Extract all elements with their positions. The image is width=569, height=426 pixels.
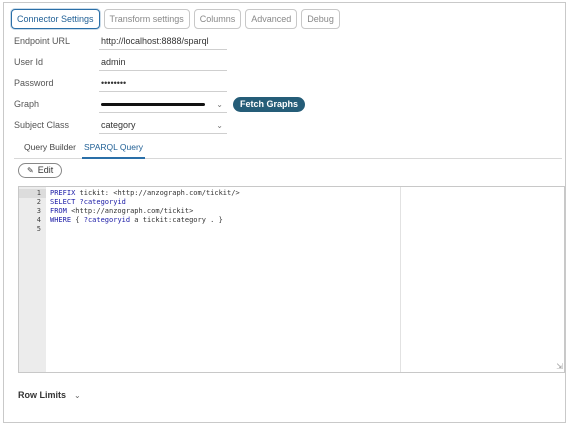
tab-query-builder[interactable]: Query Builder xyxy=(22,140,78,157)
endpoint-url-input[interactable]: http://localhost:8888/sparql xyxy=(99,33,227,50)
user-id-label: User Id xyxy=(14,57,44,67)
line-number: 1 xyxy=(19,189,46,198)
graph-label: Graph xyxy=(14,99,40,109)
tab-advanced[interactable]: Advanced xyxy=(245,9,298,29)
graph-row: Graph ⌄ Fetch Graphs xyxy=(14,95,306,113)
line-number-gutter: 1 2 3 4 5 xyxy=(19,187,46,372)
print-margin xyxy=(400,187,401,372)
line-number: 4 xyxy=(36,216,41,224)
subject-class-label: Subject Class xyxy=(14,120,70,130)
graph-value-redacted xyxy=(101,102,205,106)
line-number: 5 xyxy=(36,225,41,233)
tab-debug[interactable]: Debug xyxy=(301,9,340,29)
endpoint-url-label: Endpoint URL xyxy=(14,36,71,46)
password-input[interactable]: •••••••• xyxy=(99,75,227,92)
chevron-down-icon: ⌄ xyxy=(74,390,81,400)
code-line: SELECT ?categoryid xyxy=(50,198,126,206)
pencil-icon: ✎ xyxy=(27,166,34,175)
subject-class-value: category xyxy=(101,119,136,130)
subject-class-select[interactable]: category ⌄ xyxy=(99,117,227,134)
endpoint-url-row: Endpoint URL http://localhost:8888/sparq… xyxy=(14,32,227,50)
edit-button[interactable]: ✎ Edit xyxy=(18,163,63,178)
edit-button-label: Edit xyxy=(37,165,54,175)
fetch-graphs-button[interactable]: Fetch Graphs xyxy=(233,96,306,112)
graph-select[interactable]: ⌄ xyxy=(99,96,227,113)
code-line: WHERE { ?categoryid a tickit:category . … xyxy=(50,216,223,224)
row-limits-label: Row Limits xyxy=(18,390,67,400)
user-id-row: User Id admin xyxy=(14,53,227,71)
tab-sparql-query[interactable]: SPARQL Query xyxy=(82,140,146,159)
sparql-editor[interactable]: 1 2 3 4 5 PREFIX tickit: <http://anzogra… xyxy=(18,186,565,373)
subject-class-row: Subject Class category ⌄ xyxy=(14,116,227,134)
line-number: 3 xyxy=(36,207,41,215)
resize-handle-icon[interactable]: ⇲ xyxy=(556,362,563,371)
query-tab-bar: Query Builder SPARQL Query xyxy=(14,140,562,159)
chevron-down-icon: ⌄ xyxy=(216,99,223,109)
top-tab-bar: Connector Settings Transform settings Co… xyxy=(11,9,340,29)
tab-transform-settings[interactable]: Transform settings xyxy=(103,9,190,29)
code-line: PREFIX tickit: <http://anzograph.com/tic… xyxy=(50,189,240,197)
code-area[interactable]: PREFIX tickit: <http://anzograph.com/tic… xyxy=(50,189,240,234)
connector-settings-panel: Connector Settings Transform settings Co… xyxy=(3,2,566,423)
password-label: Password xyxy=(14,78,54,88)
tab-connector-settings[interactable]: Connector Settings xyxy=(11,9,100,29)
tab-columns[interactable]: Columns xyxy=(193,9,242,29)
code-line: FROM <http://anzograph.com/tickit> xyxy=(50,207,194,215)
line-number: 2 xyxy=(36,198,41,206)
user-id-input[interactable]: admin xyxy=(99,54,227,71)
password-row: Password •••••••• xyxy=(14,74,227,92)
chevron-down-icon: ⌄ xyxy=(216,120,223,130)
row-limits-toggle[interactable]: Row Limits ⌄ xyxy=(18,390,81,400)
